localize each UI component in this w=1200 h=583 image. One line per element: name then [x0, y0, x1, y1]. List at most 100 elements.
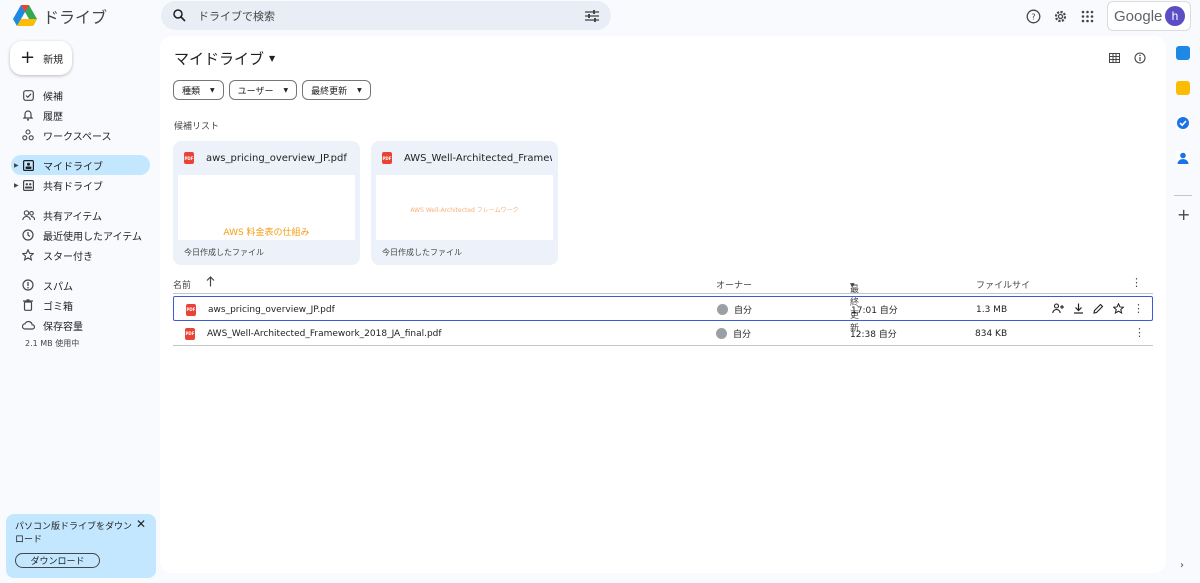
star-icon[interactable] [1112, 302, 1125, 317]
expand-caret-icon[interactable]: ▶ [14, 162, 19, 169]
filter-type[interactable]: 種類 ▼ [173, 80, 224, 100]
grid-view-icon[interactable] [1109, 52, 1120, 67]
more-vert-icon[interactable]: ⋮ [1131, 277, 1142, 289]
pdf-icon: PDF [186, 303, 196, 316]
row-name-cell: PDF aws_pricing_overview_JP.pdf [186, 297, 335, 322]
promo-text: パソコン版ドライブをダウンロード [15, 522, 133, 545]
sidebar-item-suggested[interactable]: 候補 [11, 85, 150, 105]
keep-icon[interactable] [1176, 81, 1190, 95]
filter-modified[interactable]: 最終更新 ▼ [302, 80, 371, 100]
suggested-section-label: 候補リスト [174, 122, 220, 132]
row-modified: 17:01 自分 [851, 306, 898, 316]
sidebar-item-label: 最近使用したアイテム [43, 231, 142, 243]
sidebar-item-label: 保存容量 [43, 321, 83, 333]
sidebar-item-recent[interactable]: 最近使用したアイテム [11, 225, 150, 245]
drive-logo[interactable]: ドライブ [13, 4, 107, 28]
thumbnail-text: AWS Well-Architected フレームワーク [410, 207, 519, 214]
search-bar[interactable]: ドライブで検索 [161, 1, 611, 30]
sort-arrow-up-icon[interactable] [206, 276, 215, 290]
chevron-down-icon: ▼ [283, 86, 289, 94]
view-controls [1109, 52, 1146, 67]
page-title[interactable]: マイドライブ ▼ [174, 48, 275, 69]
more-vert-icon[interactable]: ⋮ [1133, 303, 1144, 317]
filter-people[interactable]: ユーザー ▼ [228, 80, 298, 100]
table-row[interactable]: PDF aws_pricing_overview_JP.pdf 自分 17:01… [173, 296, 1153, 321]
my-drive-icon [21, 158, 35, 172]
sidebar-item-starred[interactable]: スター付き [11, 245, 150, 265]
sidebar-item-label: 履歴 [43, 111, 63, 123]
suggested-file-card[interactable]: PDF AWS_Well-Architected_Framewo... AWS … [371, 141, 558, 265]
more-vert-icon[interactable]: ⋮ [1134, 327, 1145, 339]
row-size: 834 KB [975, 328, 1008, 339]
search-input[interactable]: ドライブで検索 [198, 8, 585, 24]
row-actions: ⋮ [1134, 327, 1145, 339]
column-owner[interactable]: オーナー [716, 278, 752, 291]
file-table-header: 名前 オーナー 最終更新 ▼ ファイルサイ ⋮ [173, 274, 1153, 334]
filter-chips: 種類 ▼ ユーザー ▼ 最終更新 ▼ [173, 80, 371, 100]
card-header: PDF AWS_Well-Architected_Framewo... [382, 152, 552, 164]
new-button[interactable]: + 新規 [10, 41, 72, 75]
pdf-icon: PDF [185, 327, 195, 340]
clock-icon [21, 228, 35, 242]
spam-icon [21, 278, 35, 292]
avatar[interactable]: h [1165, 6, 1185, 26]
desktop-promo: パソコン版ドライブをダウンロード ✕ ダウンロード [6, 514, 156, 578]
sidebar-item-label: 共有ドライブ [43, 181, 103, 193]
pdf-icon: PDF [382, 152, 392, 164]
sidebar-item-spam[interactable]: スパム [11, 275, 150, 295]
calendar-icon[interactable] [1176, 46, 1190, 60]
shared-drive-icon [21, 178, 35, 192]
sidebar-item-trash[interactable]: ゴミ箱 [11, 295, 150, 315]
sidebar-item-storage[interactable]: 保存容量 [11, 315, 150, 335]
share-icon[interactable] [1052, 303, 1064, 317]
rename-icon[interactable] [1093, 303, 1104, 317]
help-icon[interactable]: ? [1025, 8, 1041, 24]
svg-text:?: ? [1031, 12, 1035, 21]
sidebar-item-shared-drives[interactable]: ▶ 共有ドライブ [11, 175, 150, 195]
tasks-icon[interactable] [1176, 116, 1190, 130]
row-name-cell: PDF AWS_Well-Architected_Framework_2018_… [185, 321, 442, 346]
download-button[interactable]: ダウンロード [15, 553, 100, 568]
card-file-name: aws_pricing_overview_JP.pdf [206, 152, 347, 164]
row-owner: 自分 [733, 330, 752, 340]
search-options-icon[interactable] [585, 9, 599, 22]
chevron-right-icon[interactable]: › [1180, 560, 1184, 571]
sidebar-item-workspaces[interactable]: ワークスペース [11, 125, 150, 145]
sidebar-item-label: スター付き [43, 251, 93, 263]
people-icon [21, 208, 35, 222]
expand-caret-icon[interactable]: ▶ [14, 182, 19, 189]
row-owner-cell: 自分 [717, 297, 752, 322]
row-file-name: aws_pricing_overview_JP.pdf [208, 304, 335, 315]
column-size[interactable]: ファイルサイ [976, 278, 1030, 291]
storage-usage: 2.1 MB 使用中 [25, 339, 80, 348]
column-name[interactable]: 名前 [173, 278, 191, 291]
owner-avatar-icon [717, 304, 728, 315]
main-panel: マイドライブ ▼ 種類 ▼ ユーザー ▼ 最終更新 ▼ 候補リスト PDF aws_p… [160, 36, 1166, 573]
close-icon[interactable]: ✕ [136, 517, 146, 531]
search-icon[interactable] [173, 9, 186, 22]
check-box-icon [21, 88, 35, 102]
chevron-down-icon: ▼ [269, 54, 276, 63]
row-owner-cell: 自分 [716, 321, 751, 346]
sidebar-item-label: 候補 [43, 91, 63, 103]
settings-icon[interactable] [1052, 8, 1068, 24]
sidebar-item-label: 共有アイテム [43, 211, 102, 223]
info-icon[interactable] [1134, 52, 1146, 67]
apps-grid-icon[interactable] [1079, 8, 1095, 24]
table-row[interactable]: PDF AWS_Well-Architected_Framework_2018_… [173, 321, 1153, 346]
card-subtitle: 今日作成したファイル [382, 248, 462, 257]
suggested-file-card[interactable]: PDF aws_pricing_overview_JP.pdf AWS 料金表の… [173, 141, 360, 265]
app-name: ドライブ [43, 8, 108, 27]
add-addon-icon[interactable]: + [1177, 205, 1190, 224]
contacts-icon[interactable] [1176, 151, 1190, 165]
sidebar-item-my-drive[interactable]: ▶ マイドライブ [11, 155, 150, 175]
sidebar-item-shared-with-me[interactable]: 共有アイテム [11, 205, 150, 225]
account-switcher[interactable]: Google h [1107, 1, 1191, 31]
star-icon [21, 248, 35, 262]
drive-logo-icon [13, 5, 37, 26]
card-file-name: AWS_Well-Architected_Framewo... [404, 152, 552, 164]
download-icon[interactable] [1073, 303, 1084, 317]
filter-label: 最終更新 [311, 86, 348, 97]
rail-divider [1174, 195, 1192, 196]
sidebar-item-activity[interactable]: 履歴 [11, 105, 150, 125]
